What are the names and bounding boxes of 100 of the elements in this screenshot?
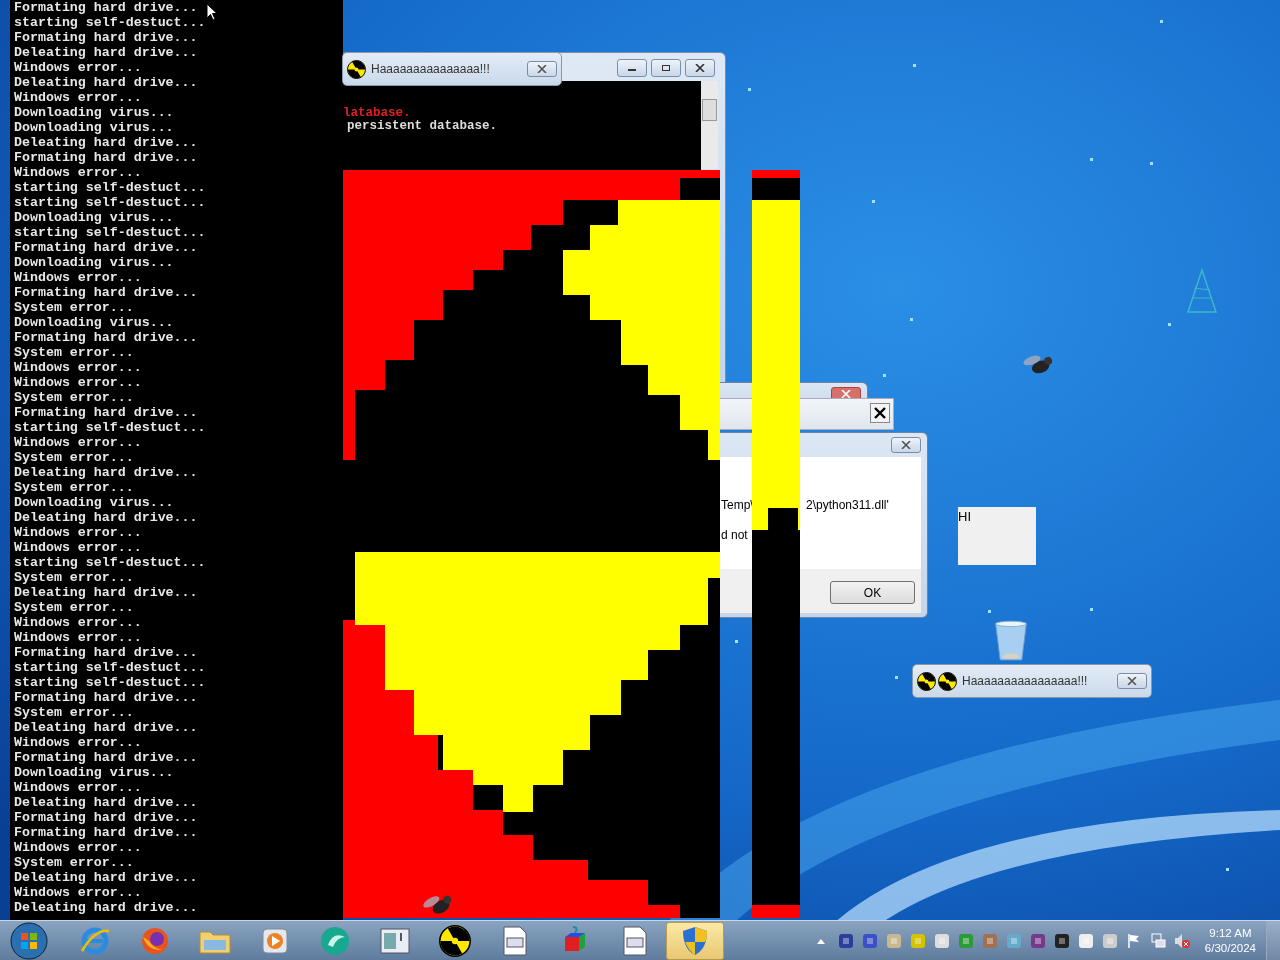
recycle-bin-icon[interactable] (993, 620, 1029, 662)
tray-app-icon[interactable] (908, 931, 927, 950)
console-line: Downloading virus... (14, 210, 174, 225)
console-line: starting self-destuct... (14, 195, 206, 210)
caret-icon[interactable] (816, 937, 825, 944)
console-line: Downloading virus... (14, 495, 174, 510)
tray-app-icon[interactable] (836, 931, 855, 950)
close-icon (1127, 677, 1137, 685)
shield-icon (681, 924, 709, 957)
play-icon (261, 926, 289, 955)
error-text: d not (721, 528, 748, 542)
console-line: Deleating hard drive... (14, 510, 198, 525)
scrollbar[interactable] (701, 81, 718, 169)
tray-app-icon[interactable] (1052, 931, 1071, 950)
console-line: Formating hard drive... (14, 0, 198, 15)
console-line: Windows error... (14, 540, 142, 555)
console-line: Windows error... (14, 615, 142, 630)
message-title: Haaaaaaaaaaaaaaaa!!! (962, 674, 1088, 688)
console-line: Downloading virus... (14, 255, 174, 270)
orb-icon (10, 921, 48, 960)
show-desktop-button[interactable] (1266, 920, 1280, 960)
circle-icon (319, 924, 351, 957)
close-icon (841, 390, 851, 398)
console-line: Downloading virus... (14, 765, 174, 780)
console-line: Windows error... (14, 630, 142, 645)
message-title: Haaaaaaaaaaaaaaa!!! (371, 62, 490, 76)
error-text: Temp\ (721, 498, 754, 512)
console-line: Formating hard drive... (14, 30, 198, 45)
close-icon (901, 441, 911, 449)
console-line: Windows error... (14, 525, 142, 540)
window-text: HI (958, 509, 971, 524)
console-line: starting self-destuct... (14, 660, 206, 675)
console-line: Downloading virus... (14, 315, 174, 330)
console-line: Windows error... (14, 780, 142, 795)
tree-icon (1184, 268, 1220, 316)
cursor-icon (206, 3, 218, 21)
console-line: Formating hard drive... (14, 825, 198, 840)
console-line: starting self-destuct... (14, 225, 206, 240)
console-line: persistent database. (346, 120, 499, 133)
console-line: Formating hard drive... (14, 150, 198, 165)
console-line: Deleating hard drive... (14, 45, 198, 60)
console-line: Windows error... (14, 885, 142, 900)
console-line: Windows error... (14, 60, 142, 75)
radiation-icon (917, 671, 936, 691)
console-line: System error... (14, 480, 134, 495)
tray-app-icon[interactable] (884, 931, 903, 950)
close-button[interactable] (891, 437, 921, 453)
console-line: System error... (14, 600, 134, 615)
console-line: Deleating hard drive... (14, 75, 198, 90)
radiation-icon (439, 924, 471, 957)
document-icon (622, 925, 648, 956)
network-icon[interactable] (1148, 931, 1167, 950)
console-line: Windows error... (14, 360, 142, 375)
error-text: 2\python311.dll' (806, 498, 889, 512)
ok-button[interactable]: OK (830, 581, 915, 604)
clock[interactable]: 9:12 AM 6/30/2024 (1204, 925, 1256, 956)
clock-time: 9:12 AM (1209, 925, 1252, 941)
tray-app-icon[interactable] (932, 931, 951, 950)
console-line: Deleating hard drive... (14, 465, 198, 480)
console-line: Windows error... (14, 435, 142, 450)
console-line: starting self-destuct... (14, 15, 206, 30)
window-icon (380, 927, 410, 954)
close-button[interactable] (870, 403, 890, 423)
console-line: Downloading virus... (14, 105, 174, 120)
close-button[interactable] (527, 61, 557, 77)
close-button[interactable] (1117, 673, 1147, 689)
close-icon (874, 407, 886, 419)
maximize-button[interactable] (651, 59, 681, 77)
console-line: Windows error... (14, 90, 142, 105)
document-icon (502, 925, 528, 956)
console-line: Formating hard drive... (14, 750, 198, 765)
console-line: System error... (14, 705, 134, 720)
console-line: System error... (14, 300, 134, 315)
console-line: latabase. (342, 107, 412, 120)
console-line: Deleating hard drive... (14, 135, 198, 150)
console-line: Windows error... (14, 375, 142, 390)
tray-app-icon[interactable] (1028, 931, 1047, 950)
console-line: System error... (14, 450, 134, 465)
radiation-icon (938, 671, 957, 691)
close-icon (695, 64, 705, 72)
console-line: starting self-destuct... (14, 420, 206, 435)
maximize-icon (661, 64, 671, 72)
console-line: Windows error... (14, 270, 142, 285)
console-line: Windows error... (14, 840, 142, 855)
tray-app-icon[interactable] (1076, 931, 1095, 950)
console-line: Formating hard drive... (14, 285, 198, 300)
minimize-button[interactable] (617, 59, 647, 77)
clock-date: 6/30/2024 (1204, 940, 1256, 956)
console-line: Formating hard drive... (14, 240, 198, 255)
console-line: Deleating hard drive... (14, 795, 198, 810)
console-line: Formating hard drive... (14, 810, 198, 825)
console-line: Deleating hard drive... (14, 900, 198, 915)
console-line: Windows error... (14, 165, 142, 180)
close-button[interactable] (685, 59, 715, 77)
tray-app-icon[interactable] (1100, 931, 1119, 950)
console-line: System error... (14, 390, 134, 405)
console-line: Formating hard drive... (14, 405, 198, 420)
console-line: Downloading virus... (14, 120, 174, 135)
console-line: Deleating hard drive... (14, 585, 198, 600)
console-line: Formating hard drive... (14, 330, 198, 345)
